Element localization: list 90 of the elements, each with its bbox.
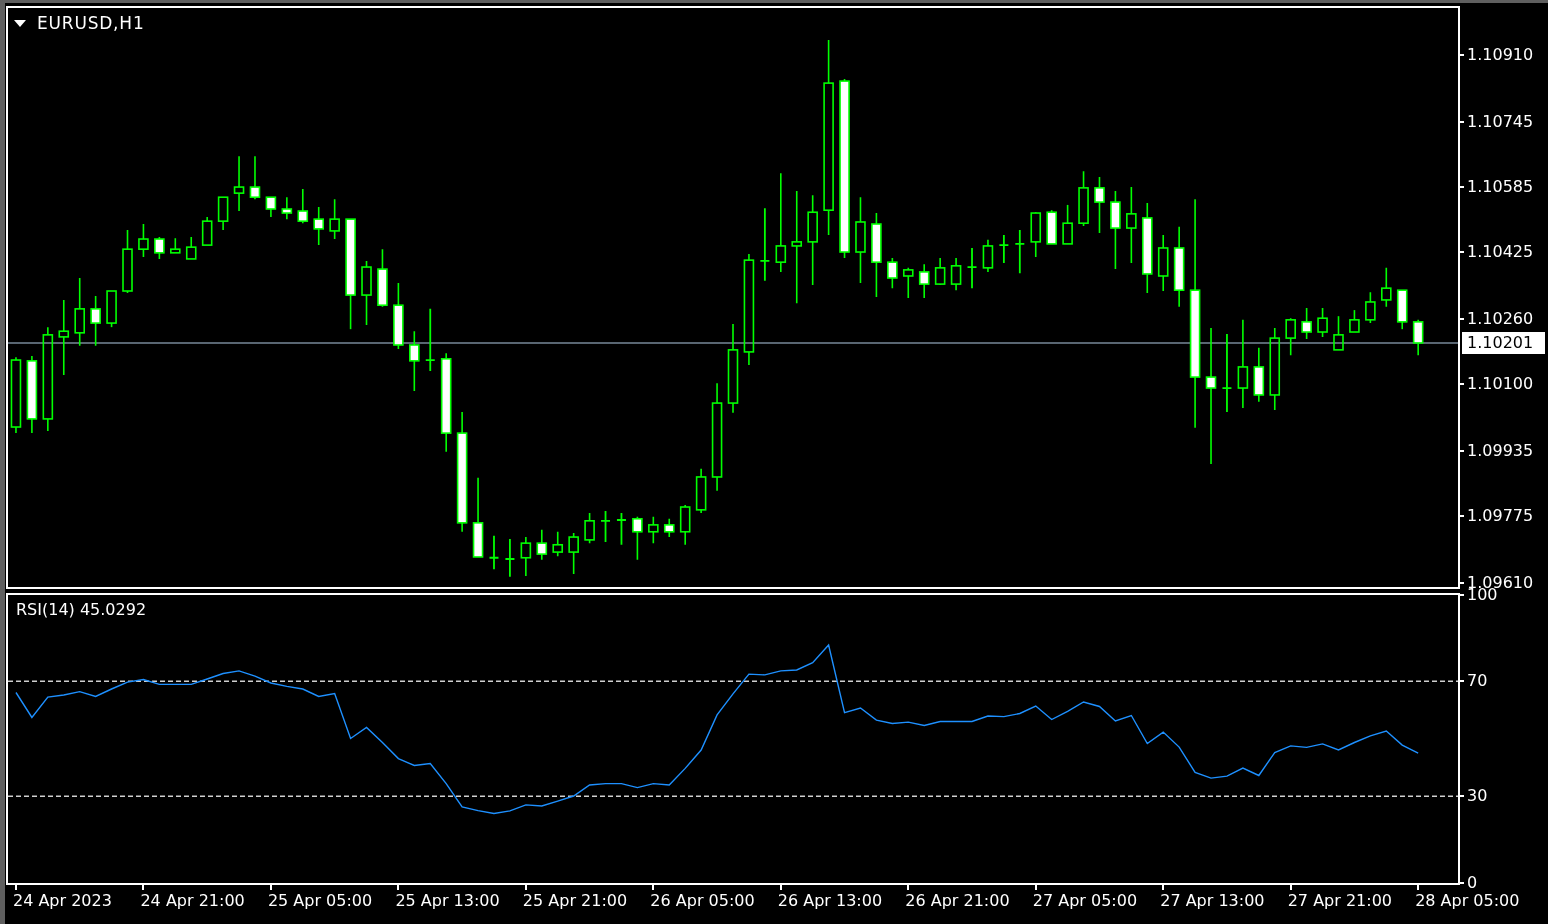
candlestick — [918, 263, 930, 299]
indicator-axis-label: 30 — [1467, 790, 1488, 803]
candlestick — [170, 237, 181, 254]
candlestick — [584, 512, 595, 544]
candlestick — [122, 229, 133, 294]
time-axis-label: 25 Apr 21:00 — [522, 891, 628, 910]
candlestick — [1412, 319, 1424, 356]
time-axis-label: 25 Apr 05:00 — [267, 891, 373, 910]
candlestick — [106, 290, 117, 328]
caret-icon[interactable] — [14, 19, 26, 27]
price-axis-label: 1.09610 — [1467, 576, 1534, 589]
candlestick — [329, 198, 340, 240]
price-axis-label: 1.09775 — [1467, 509, 1534, 522]
candlestick — [600, 510, 611, 543]
candlestick — [138, 223, 149, 258]
candlestick — [1030, 211, 1042, 258]
candlestick — [297, 188, 309, 224]
candlestick — [1046, 209, 1057, 245]
time-axis-label: 26 Apr 05:00 — [650, 891, 755, 910]
time-axis-label: 28 Apr 05:00 — [1415, 891, 1520, 910]
candlestick — [1333, 315, 1344, 351]
candlestick — [201, 216, 213, 246]
candlestick — [249, 155, 261, 201]
candlestick — [648, 515, 659, 544]
candlestick — [185, 236, 197, 260]
candlestick — [1094, 176, 1105, 234]
candlestick — [1253, 347, 1265, 403]
candlestick — [1062, 204, 1073, 245]
candlestick — [998, 234, 1010, 264]
candlestick — [1014, 229, 1026, 275]
time-axis-label: 25 Apr 13:00 — [395, 891, 500, 910]
candlestick — [1396, 289, 1408, 330]
candlestick — [361, 260, 372, 326]
time-axis-label: 24 Apr 2023 — [12, 891, 112, 910]
candlestick — [950, 257, 962, 291]
time-axis-label: 26 Apr 21:00 — [905, 891, 1010, 910]
indicator-axis-label: 70 — [1467, 675, 1488, 688]
candlestick — [1157, 234, 1169, 292]
candlestick — [1349, 309, 1360, 333]
candlestick — [982, 239, 994, 273]
time-axis-label: 27 Apr 21:00 — [1287, 891, 1392, 910]
candlestick — [1381, 267, 1392, 308]
candlestick — [488, 534, 500, 571]
time-axis-label: 27 Apr 13:00 — [1160, 891, 1265, 910]
candlestick — [679, 504, 691, 546]
candlestick — [377, 248, 388, 308]
candlestick — [313, 206, 324, 246]
candlestick — [966, 247, 978, 290]
candlestick — [520, 536, 532, 577]
price-axis-label: 1.10260 — [1467, 313, 1534, 325]
price-axis-label: 1.10910 — [1467, 49, 1534, 62]
candlestick — [74, 277, 85, 347]
indicator-axis-label: 100 — [1467, 589, 1498, 601]
candlestick — [1317, 307, 1328, 338]
candlestick — [281, 196, 293, 220]
candlestick — [552, 531, 564, 557]
price-axis-label: 1.09935 — [1467, 444, 1534, 457]
current-price-label: 1.10201 — [1462, 331, 1545, 354]
candlestick — [233, 155, 245, 212]
candlestick — [887, 257, 898, 289]
candlestick — [1301, 307, 1312, 340]
price-axis-label: 1.10585 — [1467, 181, 1534, 194]
candlestick — [90, 295, 101, 347]
candlestick — [409, 330, 420, 392]
candlestick — [695, 468, 707, 514]
candlestick — [663, 518, 675, 538]
indicator-label: RSI(14) 45.0292 — [16, 600, 147, 620]
price-axis-label: 1.10100 — [1467, 378, 1534, 390]
candlestick — [536, 528, 548, 561]
candlestick — [217, 196, 229, 231]
candlestick — [934, 257, 946, 286]
time-axis-label: 26 Apr 13:00 — [777, 891, 883, 910]
candlestick — [393, 282, 404, 350]
indicator-axis-label: 0 — [1467, 876, 1478, 889]
candlestick — [1285, 317, 1296, 356]
time-axis-label: 24 Apr 21:00 — [140, 891, 245, 910]
candlestick — [424, 307, 436, 372]
candlestick — [154, 236, 165, 260]
time-axis-label: 27 Apr 05:00 — [1032, 891, 1138, 910]
candlestick — [1078, 170, 1089, 227]
price-axis-label: 1.10745 — [1467, 116, 1534, 129]
candlestick — [616, 512, 627, 546]
price-axis-label: 1.10425 — [1467, 246, 1534, 258]
candlestick — [632, 515, 643, 561]
candlestick — [568, 532, 579, 575]
candlestick — [1365, 291, 1376, 324]
candlestick — [903, 267, 914, 299]
candlestick — [265, 196, 277, 218]
chart-title: EURUSD,H1 — [37, 13, 145, 33]
candlestick — [504, 538, 516, 578]
